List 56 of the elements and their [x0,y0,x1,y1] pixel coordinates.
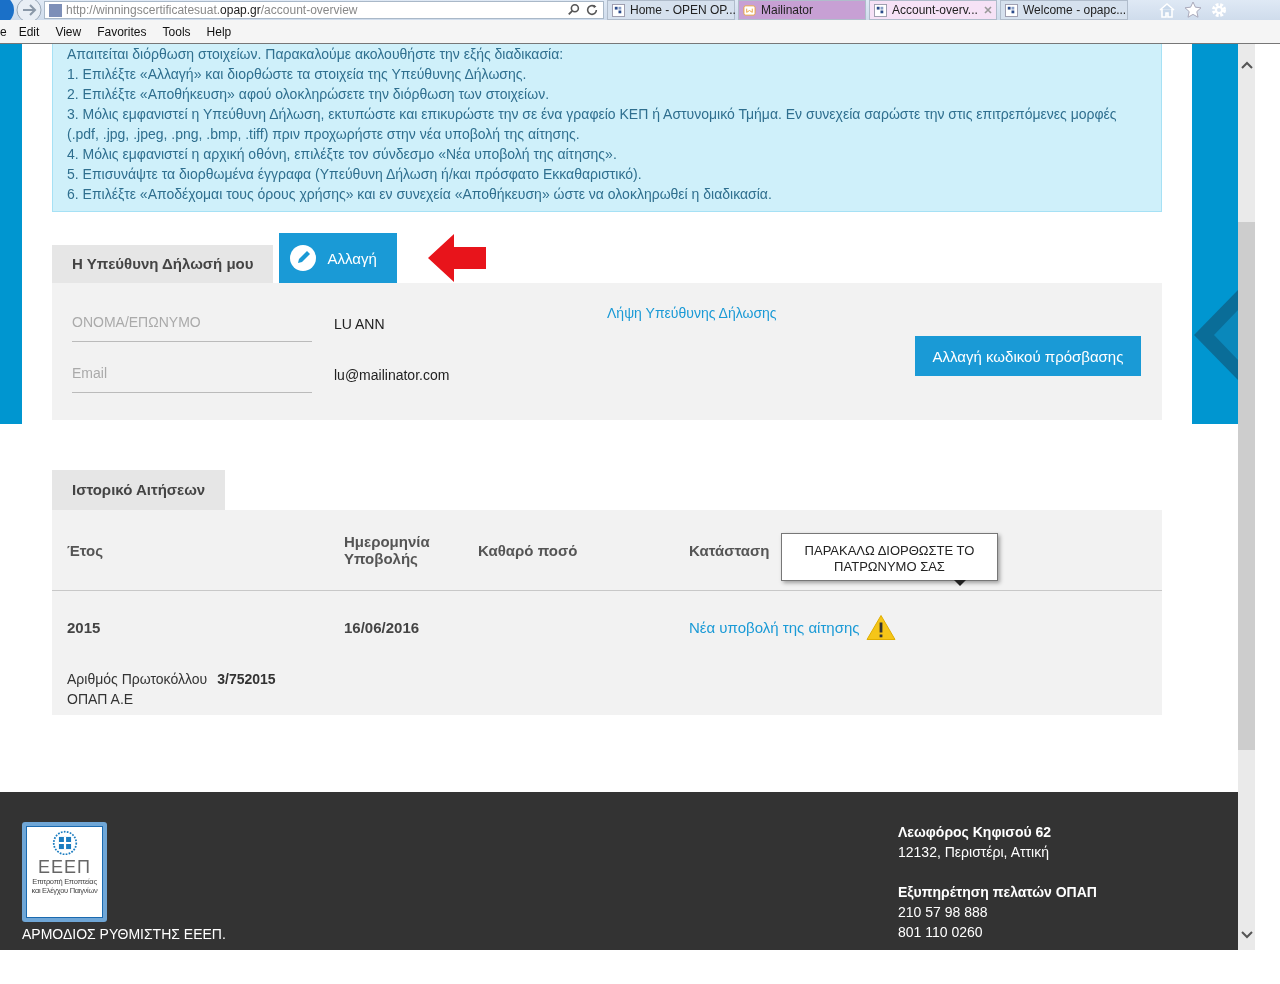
page-icon [874,3,887,17]
address-title: Λεωφόρος Κηφισού 62 [898,823,1053,842]
close-icon[interactable] [982,5,993,15]
address-bar[interactable]: http://winningscertificatesuat.opap.gr/account-overview [44,1,604,19]
scroll-up-icon[interactable] [1239,60,1254,70]
browser-tab[interactable]: Mailinator [738,0,866,20]
field-value: lu@mailinator.com [334,366,450,383]
notice-step: 6. Επιλέξτε «Αποδέχομαι τους όρους χρήσης» και εν συνεχεία «Αποθήκευση» ώστε να ολοκληρωθεί η διαδικασία. [67,184,1147,204]
page-icon [1005,3,1018,17]
field-label: Email [72,349,312,393]
page-icon [612,3,625,17]
menu-item[interactable]: Help [206,25,232,39]
menu-item[interactable]: e [0,25,7,39]
arrow-icon [428,234,487,282]
forward-button[interactable] [16,0,42,20]
notice-step: 1. Επιλέξτε «Αλλαγή» και διορθώστε τα στοιχεία της Υπεύθυνης Δήλωσης. [67,64,1147,84]
menu-item[interactable]: Favorites [97,25,147,39]
protocol-label: Αριθμός Πρωτοκόλλου [67,670,208,689]
company-name: ΟΠΑΠ Α.Ε [67,690,135,709]
menu-item[interactable]: Edit [18,25,40,39]
support-title: Εξυπηρέτηση πελατών ΟΠΑΠ [898,883,1098,902]
field-value: LU ANN [334,315,385,332]
scrollbar-thumb[interactable] [1238,222,1255,750]
pencil-icon [289,244,318,272]
browser-tab[interactable]: Welcome - opapc... [1000,0,1128,20]
phone-number: 801 110 0260 [898,923,984,942]
tooltip-pointer [954,580,966,586]
notice-step: 4. Μόλις εμφανιστεί η αρχική οθόνη, επιλέξτε τον σύνδεσμο «Νέα υποβολή της αίτησης». [67,144,1147,164]
browser-tab[interactable]: Account-overv... [869,0,997,20]
column-header: Καθαρό ποσό [478,541,578,559]
column-header: Ημερομηνία Υποβολής [344,533,431,567]
star-icon[interactable] [1184,1,1202,19]
page-icon [49,3,62,17]
protocol-number: 3/752015 [217,670,276,689]
column-header: Έτος [67,541,104,559]
search-icon[interactable] [567,3,581,17]
notice-step: 5. Επισυνάψτε τα διορθωμένα έγγραφα (Υπεύθυνη Δήλωση ή/και πρόσφατο Εκκαθαριστικό). [67,164,1147,184]
home-icon[interactable] [1158,1,1176,19]
notice-text: Απαιτείται διόρθωση στοιχείων. Παρακαλούμε ακολουθήστε την εξής διαδικασία: [67,45,565,64]
notice-step: 3. Μόλις εμφανιστεί η Υπεύθυνη Δήλωση, εκτυπώστε και επικυρώστε την σε ένα γραφείο ΚΕΠ ή Αστυνομικό Τμήμα. Εν συνεχεία σαρώστε την στις επιτρεπόμενες μορφές (.pdf, .jpg, .jpeg, .png, .bmp, .tiff) πριν προχωρήστε στην νέα υποβολή της αίτησης. [67,104,1147,144]
browser-tab[interactable]: Home - OPEN OP... [607,0,735,20]
address-line: 12132, Περιστέρι, Αττική [898,843,1050,862]
field-label: ΟΝΟΜΑ/ΕΠΩΝΥΜΟ [72,298,312,342]
menu-item[interactable]: View [55,25,82,39]
phone-number: 210 57 98 888 [898,903,989,922]
table-cell-text: 16/06/2016 [344,618,421,636]
table-cell-text: 2015 [67,618,102,636]
settings-icon[interactable] [1210,1,1228,19]
regulator-text: ΑΡΜΟΔΙΟΣ ΡΥΘΜΙΣΤΗΣ ΕΕΕΠ. [22,926,226,942]
notice-step: 2. Επιλέξτε «Αποθήκευση» αφού ολοκληρώσετε την διόρθωση των στοιχείων. [67,84,1147,104]
scroll-down-icon[interactable] [1239,930,1254,940]
mailbox-icon [743,3,756,17]
refresh-icon[interactable] [585,3,599,17]
scrollbar[interactable] [1238,44,1255,950]
menu-item[interactable]: Tools [162,25,191,39]
column-header: Κατάσταση [689,541,770,559]
